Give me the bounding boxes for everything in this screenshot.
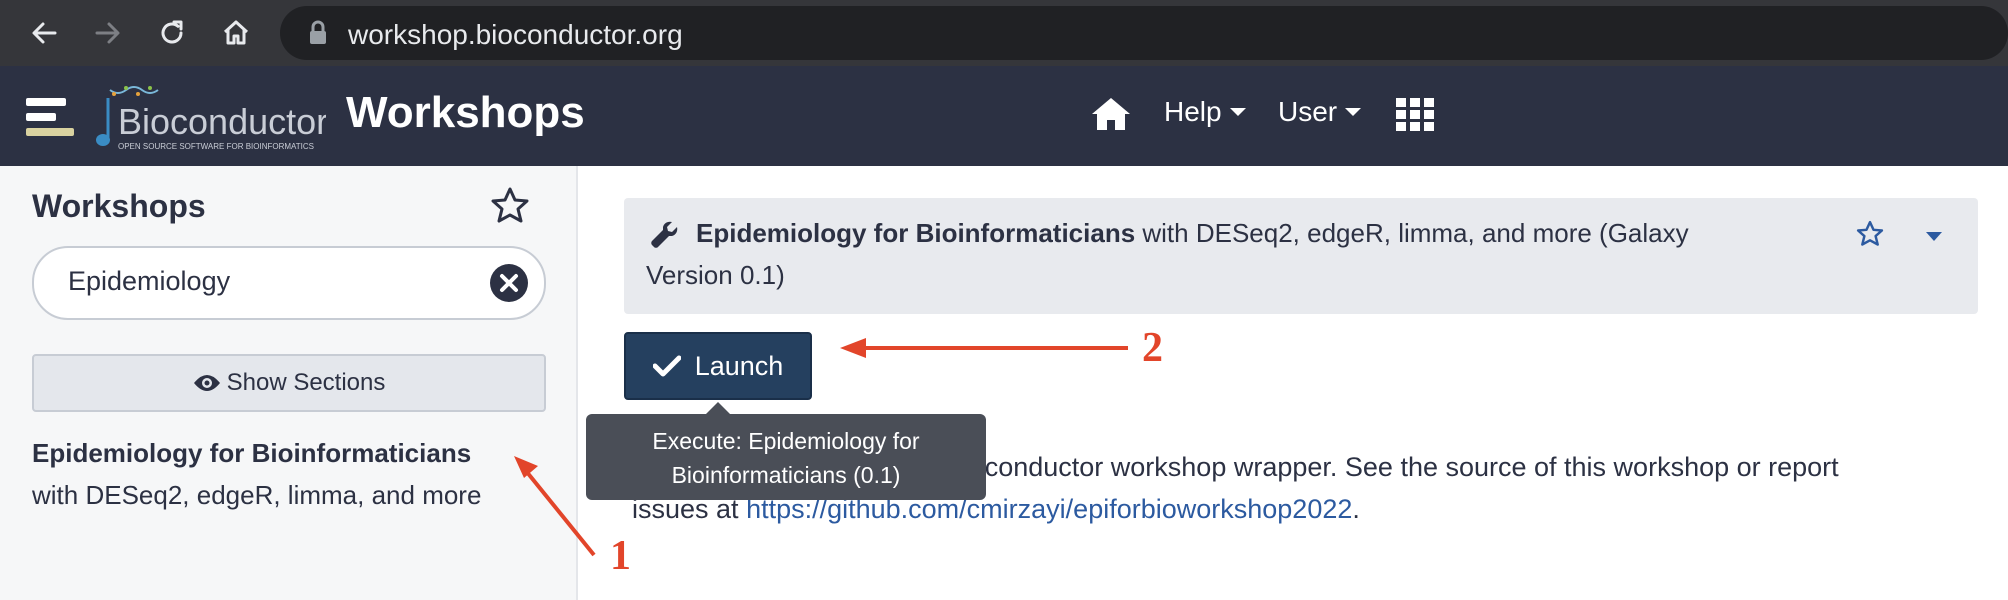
apps-grid-icon — [1396, 98, 1434, 131]
tool-search-input[interactable]: Epidemiology — [32, 246, 546, 320]
nav-apps[interactable] — [1396, 98, 1434, 132]
annotation-arrowhead-2 — [840, 338, 866, 358]
forward-arrow-icon[interactable] — [88, 13, 128, 53]
clear-search-icon[interactable] — [490, 264, 528, 302]
browser-toolbar: workshop.bioconductor.org — [0, 0, 2008, 66]
annotation-label-2: 2 — [1142, 325, 1163, 371]
tool-description: with DESeq2, edgeR, limma, and more (Gal… — [1135, 218, 1689, 248]
launch-tooltip: Execute: Epidemiology for Bioinformatici… — [586, 414, 986, 500]
launch-button[interactable]: Launch — [624, 332, 812, 400]
launch-label: Launch — [694, 350, 784, 381]
reload-icon[interactable] — [152, 13, 192, 53]
tooltip-line2: Bioinformaticians (0.1) — [671, 462, 901, 488]
bioconductor-logo[interactable]: Bioconductor OPEN SOURCE SOFTWARE FOR BI… — [96, 84, 328, 154]
star-icon[interactable] — [490, 186, 530, 226]
tool-header: Epidemiology for Bioinformaticians with … — [624, 198, 1978, 314]
back-arrow-icon[interactable] — [24, 13, 64, 53]
tool-link-title[interactable]: Epidemiology for Bioinformaticians — [32, 438, 471, 469]
masthead: Bioconductor OPEN SOURCE SOFTWARE FOR BI… — [0, 66, 2008, 166]
page-title[interactable]: Workshops — [346, 88, 585, 138]
url-text: workshop.bioconductor.org — [348, 19, 683, 50]
wrench-icon — [651, 221, 678, 248]
hamburger-icon[interactable] — [26, 96, 76, 140]
logo-tagline: OPEN SOURCE SOFTWARE FOR BIOINFORMATICS — [118, 142, 314, 151]
home-icon[interactable] — [216, 13, 256, 53]
annotation-label-1: 1 — [610, 533, 631, 579]
tool-header-title: Epidemiology for Bioinformaticians with … — [696, 218, 1689, 249]
star-icon[interactable] — [1856, 220, 1884, 248]
chevron-down-icon — [1229, 108, 1246, 116]
tooltip-arrow — [706, 402, 730, 414]
chevron-down-icon[interactable] — [1926, 232, 1942, 241]
check-icon — [652, 355, 681, 377]
lock-icon — [310, 20, 326, 44]
chevron-down-icon — [1345, 108, 1362, 116]
search-value: Epidemiology — [68, 266, 231, 296]
nav-help-label: Help — [1164, 96, 1222, 127]
tool-panel: Workshops Epidemiology Show Sections Epi… — [0, 166, 578, 600]
tooltip-line1: Execute: Epidemiology for — [652, 428, 920, 454]
address-bar[interactable]: workshop.bioconductor.org — [280, 6, 2008, 60]
logo-text: Bioconductor — [118, 101, 326, 142]
eye-icon — [193, 375, 220, 391]
tool-link-description[interactable]: with DESeq2, edgeR, limma, and more — [32, 480, 481, 511]
nav-user-label: User — [1278, 96, 1338, 127]
home-icon — [1092, 98, 1130, 130]
nav-home[interactable] — [1090, 96, 1132, 132]
show-sections-label: Show Sections — [226, 369, 386, 396]
nav-user[interactable]: User — [1278, 96, 1362, 128]
tool-version: Version 0.1) — [646, 260, 785, 290]
panel-heading: Workshops — [32, 188, 206, 224]
help-suffix: . — [1352, 494, 1360, 524]
show-sections-button[interactable]: Show Sections — [32, 354, 546, 412]
tool-name: Epidemiology for Bioinformaticians — [696, 218, 1136, 248]
nav-help[interactable]: Help — [1164, 96, 1246, 128]
